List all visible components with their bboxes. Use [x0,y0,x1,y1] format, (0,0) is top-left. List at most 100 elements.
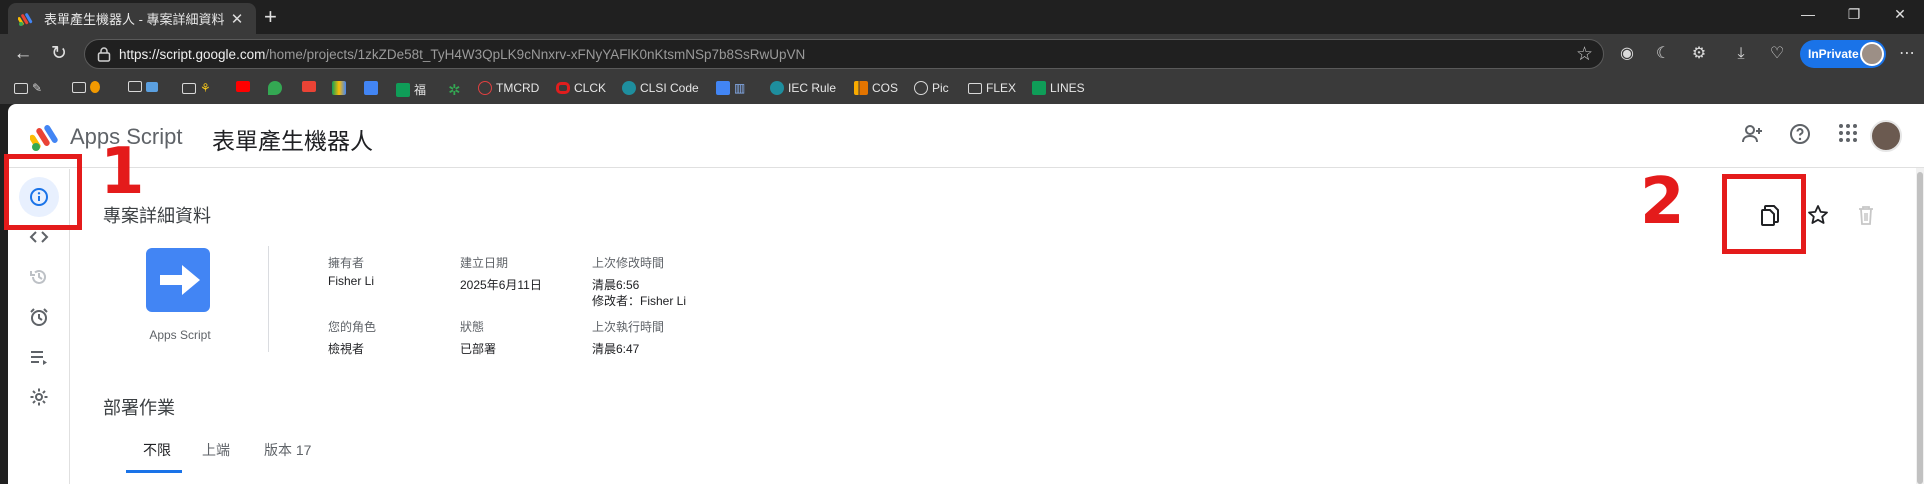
bookmark-item[interactable] [268,81,286,95]
bookmark-item[interactable] [236,81,254,92]
settings-gear-icon[interactable] [19,377,59,417]
triggers-alarm-icon[interactable] [19,297,59,337]
oracle-icon [556,82,570,94]
modified-by: 修改者：Fisher Li [592,294,687,308]
docs-icon [716,81,730,95]
folder-icon [14,82,28,94]
annotation-number-1: 1 [100,135,145,209]
refresh-icon[interactable]: ↻ [48,43,70,65]
bookmark-item[interactable]: Pic [914,81,949,95]
url-input[interactable]: https://script.google.com/home/projects/… [84,39,1604,69]
more-menu-icon[interactable]: ⋯ [1896,44,1918,64]
executions-list-icon[interactable] [19,337,59,377]
plant-icon: ✲ [448,82,461,99]
sheets-icon [396,82,410,97]
last-run-value: 清晨6:47 [592,342,640,356]
back-arrow-icon[interactable]: ← [12,43,34,65]
modified-label: 上次修改時間 [592,256,665,270]
s-icon [770,81,784,95]
minimize-button[interactable]: — [1796,6,1820,22]
bookmark-item[interactable]: 福 [396,81,426,98]
folder-icon [128,81,142,92]
bookmark-item[interactable] [364,81,382,95]
s-icon [622,81,636,95]
bookmark-item[interactable]: FLEX [968,81,1016,95]
browser-tab-active[interactable]: 表單產生機器人 - 專案詳細資料 - ✕ [8,3,256,34]
annotation-box-2 [1722,174,1806,254]
star-icon[interactable] [1804,204,1832,232]
tab-version[interactable]: 版本 17 [264,440,311,460]
bookmark-item[interactable]: CLSI Code [622,81,699,95]
bookmark-item[interactable]: ▥ [716,81,745,95]
bookmark-item[interactable]: LINES [1032,81,1085,95]
bookmark-label: 福 [414,83,427,97]
modified-value: 清晨6:56 [592,278,640,292]
delete-trash-icon[interactable] [1852,204,1880,232]
bookmark-item[interactable]: COS [854,81,898,95]
bookmark-label: IEC Rule [788,81,837,95]
favorite-star-icon[interactable]: ☆ [1576,43,1593,66]
url-path: /home/projects/1zkZDe58t_TyH4W3QpLK9cNnx… [265,47,806,62]
youtube-icon [236,81,250,92]
tab-all[interactable]: 不限 [143,440,171,460]
inprivate-label: InPrivate [1808,47,1859,61]
chart-icon [854,81,868,95]
bookmark-item[interactable] [332,81,350,95]
folder-icon [968,82,982,94]
account-avatar[interactable] [1870,120,1902,152]
inprivate-badge[interactable]: InPrivate [1800,40,1886,68]
bookmark-item[interactable] [302,81,320,92]
bookmark-item[interactable]: CLCK [556,81,606,95]
selected-tab-indicator [126,470,182,473]
extensions-puzzle-icon[interactable]: ⚙ [1688,44,1710,64]
bookmark-item[interactable] [72,81,104,93]
bookmark-label: TMCRD [496,81,540,95]
owner-label: 擁有者 [328,256,365,270]
created-label: 建立日期 [460,256,509,270]
address-bar-row: ← ↻ https://script.google.com/home/proje… [0,34,1924,74]
download-icon[interactable]: ⤓ [1730,44,1752,64]
lock-icon [97,47,111,62]
moon-icon[interactable]: ☾ [1652,44,1674,64]
help-icon[interactable] [1786,122,1814,150]
bookmark-label: CLSI Code [640,81,699,95]
last-run-label: 上次執行時間 [592,320,665,334]
bookmarks-bar: ✎ ⚘ 福 ✲ TMCRD CLCK CLSI Code ▥ IEC Rule … [0,74,1924,104]
tab-close-icon[interactable]: ✕ [228,10,246,28]
bookmark-item[interactable]: TMCRD [478,81,539,95]
close-window-button[interactable]: ✕ [1888,6,1912,23]
history-icon[interactable] [19,257,59,297]
url-text: https://script.google.com/home/projects/… [119,47,805,62]
apps-script-file-icon [146,248,210,312]
extension-icon[interactable]: ◉ [1616,44,1638,64]
apps-script-favicon-icon [17,11,34,27]
restore-button[interactable]: ❐ [1842,6,1866,23]
bookmark-item[interactable] [128,81,162,92]
folder-icon [72,81,86,93]
apps-grid-icon[interactable] [1834,122,1862,150]
project-title[interactable]: 表單產生機器人 [212,122,373,156]
folder-icon [182,82,196,94]
bookmark-item[interactable]: IEC Rule [770,81,836,95]
overview-icon-label: Apps Script [149,328,211,342]
share-add-person-icon[interactable] [1738,122,1766,150]
url-host: https://script.google.com [119,47,266,62]
new-tab-button[interactable]: + [264,6,277,28]
gmail-icon [302,81,316,92]
tab-head[interactable]: 上端 [202,440,230,460]
health-icon[interactable]: ♡ [1766,44,1788,64]
apps-script-logo-icon [30,125,58,151]
clock-icon [478,81,492,95]
details-divider [268,246,269,352]
sheets-icon [1032,81,1046,95]
bookmark-label: COS [872,81,899,95]
bookmark-item[interactable]: ✎ [14,81,42,95]
browser-window: 表單產生機器人 - 專案詳細資料 - ✕ + — ❐ ✕ ← ↻ https:/… [0,0,1924,484]
status-value: 已部署 [460,342,497,356]
calendar-icon [364,81,378,95]
bookmark-label: FLEX [986,81,1017,95]
scrollbar-thumb[interactable] [1917,172,1923,484]
bookmark-item[interactable]: ⚘ [182,81,211,95]
bookmark-label: LINES [1050,81,1085,95]
bookmark-item[interactable]: ✲ [448,81,461,99]
